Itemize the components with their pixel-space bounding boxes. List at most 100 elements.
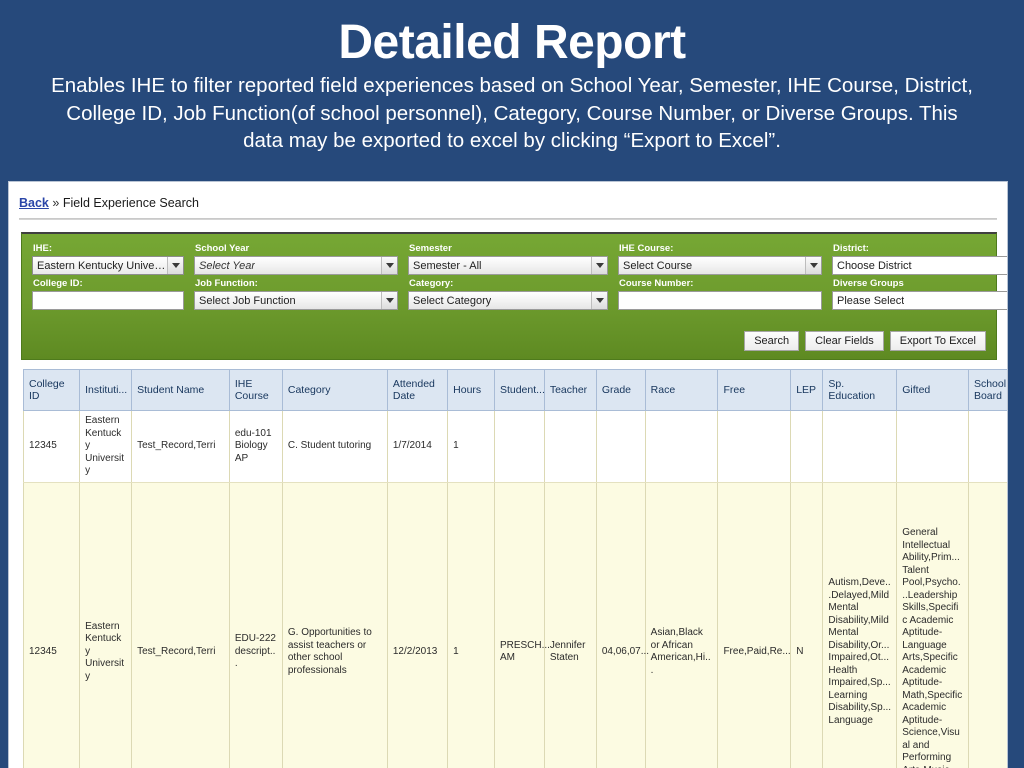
cell-college-id: 12345 [22,410,81,483]
cell-teacher [543,410,597,483]
cell-free: Free,Paid,Re... [717,482,792,768]
cell-gifted [896,410,969,483]
search-field-grid: IHE: Eastern Kentucky University School … [32,242,1007,312]
table-row[interactable]: 12345 Eastern Kentucky University Test_R… [22,482,1007,768]
field-experience-search-form: IHE: Eastern Kentucky University School … [21,232,1007,360]
page-title: Detailed Report [338,16,686,69]
cell-grade: 04,06,07... [595,482,649,768]
chevron-down-icon [591,257,607,274]
cell-category: C. Student tutoring [281,410,388,483]
label-job-function: Job Function: [195,278,258,289]
cell-school-board [967,482,1007,768]
ihe-select-value: Eastern Kentucky University [37,259,167,272]
col-gifted[interactable]: Gifted [896,369,969,411]
table-row[interactable]: 12345 Eastern Kentucky University Test_R… [22,410,1007,483]
breadcrumb: Back » Field Experience Search [9,182,1007,210]
field-college-id: College ID: [32,277,184,310]
cell-lep: N [790,482,824,768]
field-semester: Semester Semester - All [408,242,608,275]
table-header-row: College ID Instituti... Student Name IHE… [22,369,1007,411]
search-button-row: Search Clear Fields Export To Excel [744,331,986,351]
col-category[interactable]: Category [281,369,388,411]
export-to-excel-button[interactable]: Export To Excel [889,331,986,351]
chevron-down-icon [381,257,397,274]
cell-category: G. Opportunities to assist teachers or o… [281,482,388,768]
cell-student: PRESCH... AM [493,482,550,768]
cell-teacher: Jennifer Staten [543,482,597,768]
category-select-value: Select Category [413,294,492,307]
breadcrumb-divider [19,218,997,220]
cell-student-name: Test_Record,Terri [131,410,230,483]
col-student-name[interactable]: Student Name [131,369,230,411]
cell-college-id: 12345 [22,482,81,768]
school-year-select-value: Select Year [199,259,256,272]
ihe-select[interactable]: Eastern Kentucky University [32,256,184,275]
col-lep[interactable]: LEP [790,369,824,411]
application-screenshot: Back » Field Experience Search IHE: East… [8,181,1008,768]
district-select-value: Choose District [837,259,912,272]
field-ihe-course: IHE Course: Select Course [618,242,822,275]
clear-fields-button[interactable]: Clear Fields [805,331,884,351]
school-year-select[interactable]: Select Year [194,256,398,275]
cell-hours: 1 [447,482,495,768]
col-school-board[interactable]: School Board [967,369,1007,411]
field-course-number: Course Number: [618,277,822,310]
label-diverse-groups: Diverse Groups [833,278,904,289]
college-id-input[interactable] [32,291,184,310]
label-college-id: College ID: [33,278,83,289]
col-college-id[interactable]: College ID [22,369,81,411]
label-ihe: IHE: [33,243,52,254]
col-sp-education[interactable]: Sp. Education [822,369,898,411]
cell-attended-date: 1/7/2014 [386,410,449,483]
cell-institution: Eastern Kentucky University [79,482,133,768]
col-student[interactable]: Student... [493,369,545,411]
job-function-select-value: Select Job Function [199,294,296,307]
ihe-course-select[interactable]: Select Course [618,256,822,275]
chevron-down-icon [805,257,821,274]
col-hours[interactable]: Hours [447,369,495,411]
cell-race [644,410,719,483]
field-diverse-groups: Diverse Groups Please Select [832,277,1007,310]
cell-gifted: General Intellectual Ability,Prim...Tale… [896,482,969,768]
semester-select[interactable]: Semester - All [408,256,608,275]
chevron-down-icon [167,257,183,274]
cell-ihe-course: EDU-222 descript... [228,482,283,768]
label-semester: Semester [409,243,452,254]
back-link[interactable]: Back [19,196,49,210]
cell-student [493,410,545,483]
field-category: Category: Select Category [408,277,608,310]
ihe-course-select-value: Select Course [623,259,693,272]
label-course-number: Course Number: [619,278,694,289]
field-ihe: IHE: Eastern Kentucky University [32,242,184,275]
cell-race: Asian,Black or African American,Hi... [644,482,719,768]
cell-student-name: Test_Record,Terri [131,482,230,768]
breadcrumb-separator: » [52,196,60,210]
col-ihe-course[interactable]: IHE Course [228,369,283,411]
col-institution[interactable]: Instituti... [79,369,133,411]
diverse-groups-select[interactable]: Please Select [832,291,1007,310]
category-select[interactable]: Select Category [408,291,608,310]
diverse-groups-select-value: Please Select [837,294,905,307]
col-free[interactable]: Free [717,369,792,411]
slide-header: Detailed Report Enables IHE to filter re… [0,0,1024,154]
district-select[interactable]: Choose District [832,256,1007,275]
col-attended-date[interactable]: Attended Date [386,369,449,411]
job-function-select[interactable]: Select Job Function [194,291,398,310]
cell-institution: Eastern Kentucky University [79,410,133,483]
label-district: District: [833,243,869,254]
breadcrumb-current: Field Experience Search [62,196,199,210]
cell-hours: 1 [447,410,495,483]
col-grade[interactable]: Grade [595,369,646,411]
field-job-function: Job Function: Select Job Function [194,277,398,310]
chevron-down-icon [591,292,607,309]
search-button[interactable]: Search [744,331,800,351]
cell-grade [595,410,646,483]
results-table-wrapper: College ID Instituti... Student Name IHE… [22,369,1007,768]
col-race[interactable]: Race [644,369,719,411]
label-ihe-course: IHE Course: [619,243,674,254]
col-teacher[interactable]: Teacher [543,369,597,411]
cell-sp-education: Autism,Deve...Delayed,Mild Mental Disabi… [822,482,898,768]
course-number-input[interactable] [618,291,822,310]
cell-lep [790,410,824,483]
cell-sp-education [822,410,898,483]
